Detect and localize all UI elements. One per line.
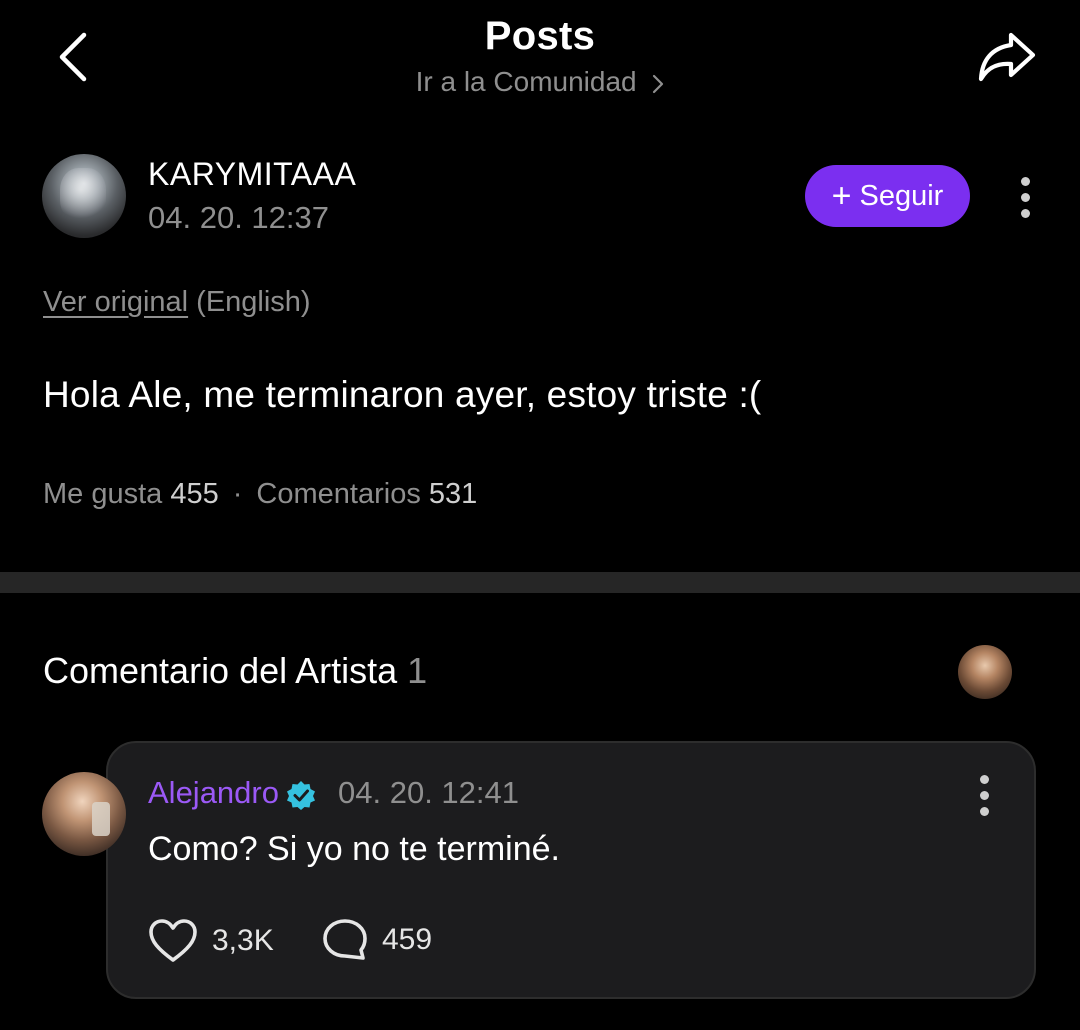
- page-title: Posts: [484, 14, 596, 58]
- comment-more-button[interactable]: [969, 770, 999, 820]
- go-to-community-link[interactable]: Ir a la Comunidad: [0, 66, 1080, 98]
- translation-row: Ver original (English): [43, 286, 311, 319]
- artist-avatar-small[interactable]: [958, 645, 1012, 699]
- section-divider: [0, 572, 1080, 593]
- comment-text: Como? Si yo no te terminé.: [148, 830, 560, 868]
- comment-bubble-icon: [323, 919, 367, 960]
- share-button[interactable]: [972, 26, 1042, 88]
- more-vertical-icon: [979, 774, 989, 784]
- artist-name[interactable]: Alejandro: [148, 775, 279, 811]
- follow-button[interactable]: + Seguir: [805, 165, 970, 227]
- artist-comment-heading: Comentario del Artista 1: [43, 650, 428, 691]
- post-page: Posts Ir a la Comunidad KARYMITAAA 04. 2…: [0, 0, 1080, 1030]
- author-avatar[interactable]: [42, 154, 126, 238]
- plus-icon: +: [831, 177, 852, 215]
- community-link-label: Ir a la Comunidad: [415, 66, 637, 97]
- chevron-right-icon: [653, 74, 664, 93]
- post-more-button[interactable]: [1010, 172, 1040, 222]
- comments-stat[interactable]: Comentarios 531: [256, 478, 477, 510]
- comment-like-button[interactable]: 3,3K: [148, 918, 274, 964]
- post-body: Hola Ale, me terminaron ayer, estoy tris…: [43, 374, 762, 415]
- likes-stat[interactable]: Me gusta 455: [43, 478, 219, 510]
- author-name[interactable]: KARYMITAAA: [148, 156, 356, 193]
- follow-label: Seguir: [859, 179, 944, 212]
- separator-dot: ·: [232, 478, 243, 510]
- comment-like-count: 3,3K: [212, 924, 274, 957]
- post-timestamp: 04. 20. 12:37: [148, 200, 329, 235]
- original-language: (English): [196, 286, 311, 318]
- comment-reply-button[interactable]: 459: [322, 918, 432, 962]
- view-original-link[interactable]: Ver original: [43, 286, 188, 318]
- post-stats: Me gusta 455 · Comentarios 531: [43, 478, 477, 511]
- verified-icon: [287, 781, 315, 810]
- comments-count: 531: [428, 478, 478, 510]
- artist-avatar[interactable]: [42, 772, 126, 856]
- artist-comment-count: 1: [407, 650, 428, 691]
- heart-icon: [149, 919, 197, 962]
- likes-count: 455: [170, 478, 219, 510]
- share-icon: [978, 32, 1036, 82]
- more-vertical-icon: [1020, 176, 1030, 186]
- comment-reply-count: 459: [382, 923, 433, 956]
- comment-timestamp: 04. 20. 12:41: [338, 775, 519, 810]
